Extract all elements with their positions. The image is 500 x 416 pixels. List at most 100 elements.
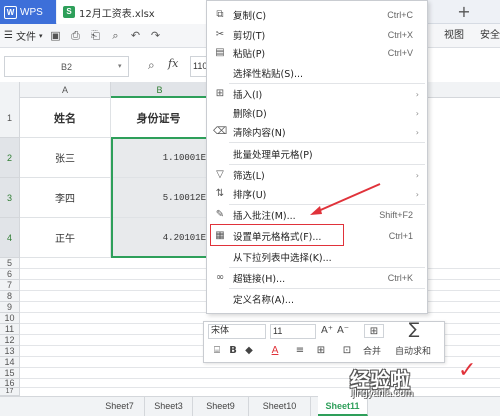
table-cell-name[interactable]: 正午 [20, 218, 111, 258]
sheet-tab[interactable]: Sheet3 [145, 396, 193, 416]
menu-item-format-cells[interactable]: ▦ 设置单元格格式(F)... Ctrl+1 [207, 226, 427, 246]
sheet-tab[interactable]: Sheet10 [249, 396, 311, 416]
menu-item-label: 复制(C) [233, 11, 267, 22]
table-cell-id[interactable]: 5.10012E [111, 178, 209, 218]
menu-item-shortcut: Ctrl+1 [388, 231, 413, 241]
menu-item-paste[interactable]: ▤ 粘贴(P) Ctrl+V [207, 43, 427, 63]
name-box-dropdown-icon[interactable]: ▾ [118, 56, 128, 77]
row-header[interactable]: 5 [0, 258, 20, 269]
align-icon[interactable]: ≡ [292, 344, 308, 358]
menu-item-delete[interactable]: 删除(D) › [207, 103, 427, 123]
font-size-select[interactable]: 11 [270, 324, 316, 339]
wps-home-tab[interactable]: W WPS [0, 0, 56, 24]
table-cell-id[interactable]: 4.20101E [111, 218, 209, 258]
save-icon[interactable]: ▣ [48, 29, 62, 43]
menu-item-define-name[interactable]: 定义名称(A)... [207, 289, 427, 309]
column-header-a[interactable]: A [20, 82, 111, 98]
row-header[interactable]: 2 [0, 138, 20, 178]
row-header[interactable]: 16 [0, 378, 20, 388]
row-header[interactable]: 6 [0, 269, 20, 280]
row-header[interactable]: 9 [0, 302, 20, 313]
row-header[interactable]: 10 [0, 313, 20, 324]
merge-cells-icon[interactable]: ⊞ [364, 324, 384, 338]
submenu-arrow-icon: › [415, 89, 419, 99]
menu-item-shortcut: Ctrl+C [387, 10, 413, 20]
menu-item-batch[interactable]: 批量处理单元格(P) [207, 144, 427, 164]
row-header[interactable]: 7 [0, 280, 20, 291]
grow-font-icon[interactable]: A⁺ [320, 324, 334, 338]
menu-item-label: 设置单元格格式(F)... [233, 232, 322, 243]
menu-item-pick-from-list[interactable]: 从下拉列表中选择(K)... [207, 247, 427, 267]
file-tab[interactable]: S 12月工资表.xlsx [57, 0, 207, 24]
row-header[interactable]: 11 [0, 324, 20, 335]
sheet-tab[interactable]: Sheet9 [193, 396, 249, 416]
format-painter-icon[interactable]: ⌸ [210, 344, 224, 358]
sheet-tab[interactable]: Sheet7 [95, 396, 145, 416]
menu-item-label: 批量处理单元格(P) [233, 150, 313, 161]
menu-item-paste-special[interactable]: 选择性粘贴(S)... [207, 63, 427, 83]
pointer-arrow [310, 183, 381, 215]
row-header[interactable]: 17 [0, 388, 20, 396]
insert-function-button[interactable]: fx [168, 57, 178, 70]
format-cells-icon: ▦ [215, 230, 225, 241]
bold-icon[interactable]: B [226, 344, 240, 358]
insert-icon: ⊞ [215, 88, 225, 99]
row-header[interactable]: 1 [0, 98, 20, 138]
view-menu[interactable]: 视图 [444, 24, 464, 48]
menu-item-label: 排序(U) [233, 190, 267, 201]
row-header[interactable]: 4 [0, 218, 20, 258]
header-cell-id[interactable]: 身份证号 [111, 98, 209, 138]
row-header[interactable]: 13 [0, 346, 20, 357]
security-menu[interactable]: 安全 [480, 24, 500, 48]
menu-item-label: 清除内容(N) [233, 128, 286, 139]
submenu-arrow-icon: › [415, 108, 419, 118]
file-tab-label: 12月工资表.xlsx [79, 8, 155, 20]
menu-item-hyperlink[interactable]: ∞ 超链接(H)... Ctrl+K [207, 268, 427, 288]
paste-icon: ▤ [215, 47, 225, 58]
name-box[interactable]: B2 [4, 56, 129, 77]
row-header[interactable]: 12 [0, 335, 20, 346]
new-tab-button[interactable]: + [455, 3, 473, 21]
font-color-icon[interactable]: A [268, 344, 282, 358]
menu-item-clear[interactable]: ⌫ 清除内容(N) › [207, 122, 427, 142]
menu-item-copy[interactable]: ⧉ 复制(C) Ctrl+C [207, 5, 427, 25]
file-menu-button[interactable]: ☰ 文件 ▾ [4, 28, 42, 43]
print-icon[interactable]: ⎗ [88, 29, 102, 43]
row-header[interactable]: 14 [0, 357, 20, 368]
wrap-icon[interactable]: ⊡ [340, 344, 354, 358]
redo-icon[interactable]: ↷ [148, 29, 162, 43]
undo-icon[interactable]: ↶ [128, 29, 142, 43]
shrink-font-icon[interactable]: A⁻ [336, 324, 350, 338]
menu-item-label: 选择性粘贴(S)... [233, 69, 304, 80]
export-pdf-icon[interactable]: ⎙ [68, 29, 82, 43]
sheet-tab-active[interactable]: Sheet11 [318, 396, 368, 416]
table-cell-name[interactable]: 张三 [20, 138, 111, 178]
empty-row[interactable] [20, 379, 500, 388]
table-cell-id[interactable]: 1.10001E [111, 138, 209, 178]
row-header[interactable]: 3 [0, 178, 20, 218]
merge-button-label[interactable]: 合并 [363, 345, 381, 359]
row-header[interactable]: 8 [0, 291, 20, 302]
menu-item-label: 粘贴(P) [233, 49, 266, 60]
menu-item-insert[interactable]: ⊞ 插入(I) › [207, 84, 427, 104]
print-preview-icon[interactable]: ⌕ [108, 29, 122, 43]
select-all-corner[interactable] [0, 82, 20, 98]
column-header-b[interactable]: B [111, 82, 209, 98]
menu-item-shortcut: Ctrl+V [387, 48, 413, 58]
zoom-icon[interactable]: ⌕ [148, 58, 162, 74]
fill-color-icon[interactable]: ◆ [242, 344, 256, 358]
border-icon[interactable]: ⊞ [314, 344, 328, 358]
sum-icon[interactable]: ∑ [406, 321, 422, 337]
menu-item-cut[interactable]: ✂ 剪切(T) Ctrl+X [207, 25, 427, 45]
header-cell-name[interactable]: 姓名 [20, 98, 111, 138]
menu-item-label: 定义名称(A)... [233, 295, 294, 306]
autosum-button-label[interactable]: 自动求和 [395, 345, 431, 359]
menu-item-label: 插入批注(M)... [233, 211, 296, 222]
hamburger-icon: ☰ [4, 30, 13, 41]
menu-item-label: 超链接(H)... [233, 274, 286, 285]
font-select[interactable]: 宋体 [208, 324, 266, 339]
scissors-icon: ✂ [215, 29, 225, 40]
menu-item-label: 删除(D) [233, 109, 267, 120]
table-cell-name[interactable]: 李四 [20, 178, 111, 218]
empty-row[interactable] [20, 368, 500, 379]
